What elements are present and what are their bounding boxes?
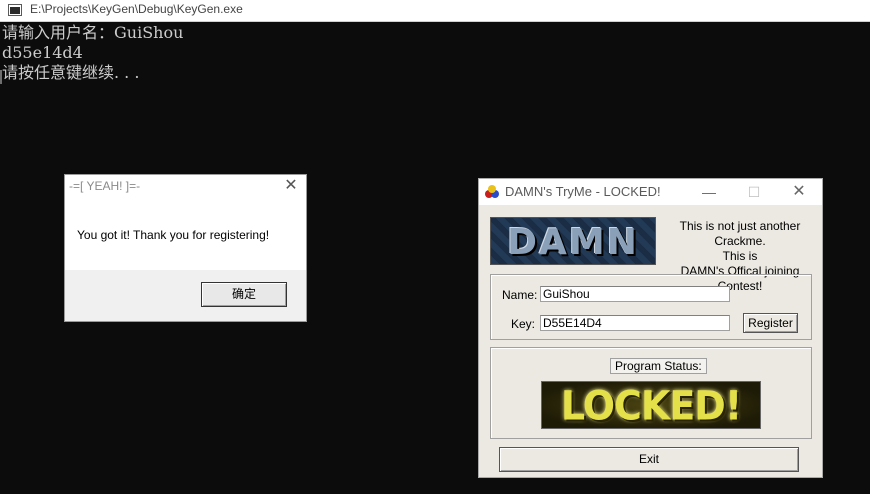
- intro-line-2: This is: [722, 249, 758, 263]
- console-window-title: E:\Projects\KeyGen\Debug\KeyGen.exe: [30, 2, 243, 16]
- console-line-prompt: 请输入用户名：GuiShou: [2, 23, 184, 42]
- tryme-titlebar[interactable]: DAMN's TryMe - LOCKED! — ☐ ✕: [479, 179, 822, 205]
- name-label: Name:: [502, 288, 538, 302]
- console-scrollbar[interactable]: [0, 70, 2, 84]
- message-box-title: -=[ YEAH! ]=-: [69, 179, 141, 193]
- message-box-text: You got it! Thank you for registering!: [77, 228, 270, 242]
- key-label: Key:: [511, 317, 536, 331]
- console-line-pause: 请按任意键继续. . .: [2, 63, 140, 82]
- program-status-label: Program Status:: [610, 358, 707, 374]
- registration-group: Name: GuiShou Key: D55E14D4 Register: [490, 274, 812, 340]
- console-titlebar[interactable]: E:\Projects\KeyGen\Debug\KeyGen.exe: [0, 0, 870, 22]
- close-icon[interactable]: ✕: [786, 182, 812, 202]
- tryme-window: DAMN's TryMe - LOCKED! — ☐ ✕ DAMN This i…: [478, 178, 823, 478]
- register-button[interactable]: Register: [743, 313, 798, 333]
- damn-app-icon: [485, 185, 499, 198]
- minimize-icon[interactable]: —: [696, 182, 722, 202]
- ok-button[interactable]: 确定: [201, 282, 287, 307]
- message-box-dialog: -=[ YEAH! ]=- ✕ You got it! Thank you fo…: [64, 174, 307, 322]
- status-banner: LOCKED!: [541, 381, 761, 429]
- intro-line-1: This is not just another Crackme.: [679, 219, 801, 248]
- name-field[interactable]: GuiShou: [540, 286, 730, 302]
- console-line-key: d55e14d4: [2, 43, 83, 62]
- message-box-footer: 确定: [65, 270, 306, 321]
- close-icon[interactable]: ✕: [282, 177, 300, 195]
- console-app-icon: [8, 4, 22, 16]
- maximize-icon[interactable]: ☐: [741, 182, 767, 202]
- status-group: Program Status: LOCKED!: [490, 347, 812, 439]
- exit-button[interactable]: Exit: [499, 447, 799, 472]
- damn-logo: DAMN: [490, 217, 656, 265]
- status-banner-text: LOCKED!: [560, 382, 742, 429]
- key-field[interactable]: D55E14D4: [540, 315, 730, 331]
- tryme-window-title: DAMN's TryMe - LOCKED!: [505, 184, 661, 199]
- damn-logo-text: DAMN: [507, 222, 639, 263]
